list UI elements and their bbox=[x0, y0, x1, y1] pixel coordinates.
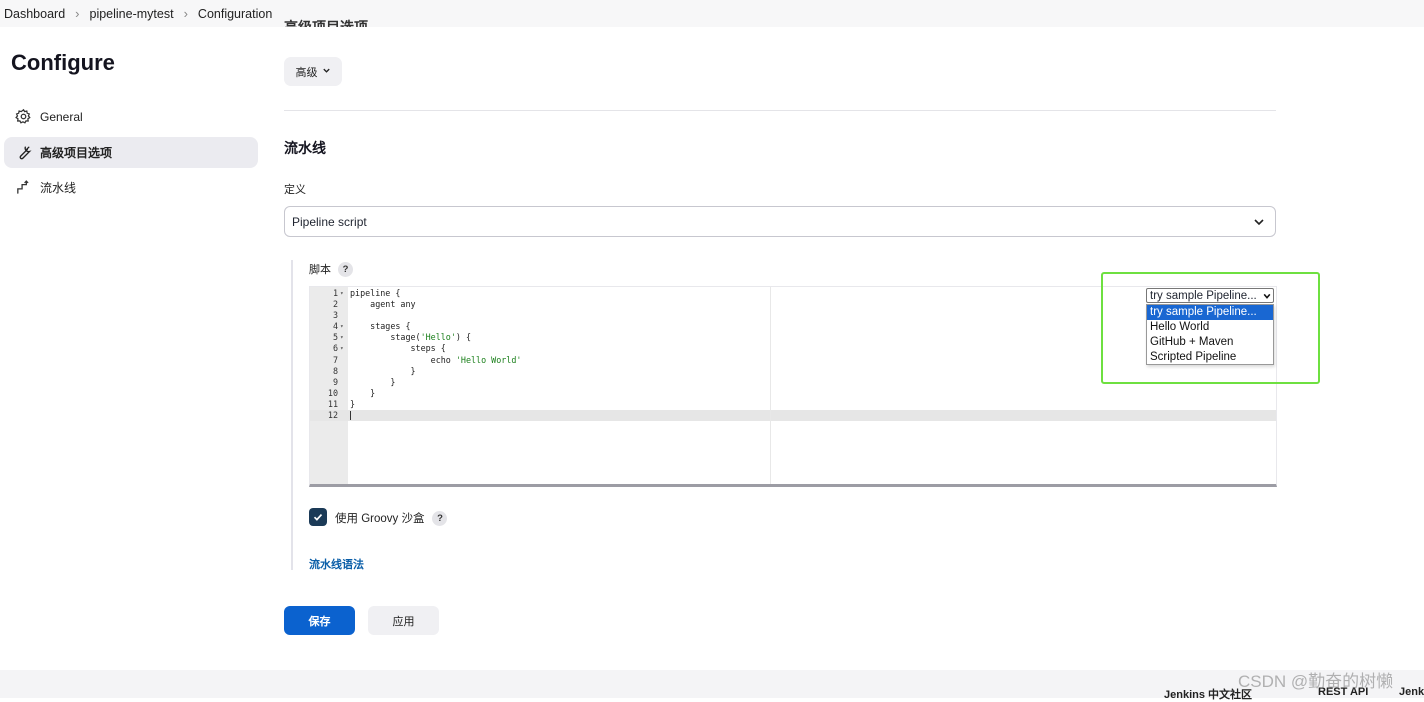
breadcrumb-separator-icon: › bbox=[75, 6, 80, 21]
chevron-down-icon bbox=[322, 66, 331, 78]
line-text: } bbox=[350, 398, 356, 409]
check-icon bbox=[312, 511, 324, 523]
help-icon[interactable]: ? bbox=[338, 261, 353, 277]
gear-icon bbox=[14, 108, 32, 126]
section-header-partial: 高级项目选项 bbox=[284, 19, 368, 27]
footer-version-link[interactable]: Jenk bbox=[1399, 686, 1424, 698]
chevron-down-icon bbox=[1263, 292, 1271, 300]
advanced-button[interactable]: 高级 bbox=[284, 57, 342, 86]
line-text: echo 'Hello World' bbox=[350, 354, 522, 365]
sidebar-item-label: General bbox=[40, 109, 83, 124]
code-line: 11} bbox=[310, 399, 1276, 410]
groovy-sandbox-checkbox[interactable] bbox=[309, 508, 327, 526]
section-divider bbox=[284, 110, 1276, 111]
definition-label: 定义 bbox=[284, 184, 306, 196]
sample-select-value: try sample Pipeline... bbox=[1150, 289, 1257, 302]
line-number: 5 bbox=[332, 332, 338, 343]
code-line: 12 bbox=[310, 410, 1276, 421]
breadcrumb-dashboard[interactable]: Dashboard bbox=[4, 7, 65, 21]
script-label: 脚本 bbox=[309, 264, 331, 276]
chevron-down-icon bbox=[1253, 216, 1265, 228]
breadcrumb-current[interactable]: Configuration bbox=[198, 7, 272, 21]
line-text: } bbox=[350, 387, 376, 398]
line-number: 2 bbox=[332, 299, 338, 310]
fold-arrow-icon[interactable]: ▾ bbox=[340, 343, 344, 354]
fold-arrow-icon[interactable]: ▾ bbox=[340, 332, 344, 343]
groovy-sandbox-row: 使用 Groovy 沙盒 ? bbox=[335, 510, 448, 526]
sidebar-item-label: 高级项目选项 bbox=[40, 146, 113, 160]
breadcrumb-separator-icon: › bbox=[183, 6, 188, 21]
line-number: 11 bbox=[327, 398, 338, 409]
nested-section-border bbox=[291, 260, 293, 570]
sidebar-item-general[interactable]: General bbox=[4, 101, 258, 132]
text-cursor bbox=[350, 411, 351, 421]
fold-arrow-icon[interactable]: ▾ bbox=[340, 321, 344, 332]
sample-pipeline-select[interactable]: try sample Pipeline... bbox=[1146, 288, 1274, 303]
line-text: } bbox=[350, 365, 416, 376]
sidebar-item-advanced[interactable]: 高级项目选项 bbox=[4, 137, 258, 168]
sidebar-item-label: 流水线 bbox=[40, 181, 77, 195]
line-number: 9 bbox=[332, 376, 338, 387]
line-text: agent any bbox=[350, 299, 416, 310]
line-number: 12 bbox=[327, 410, 338, 421]
wrench-icon bbox=[14, 144, 32, 162]
line-number: 8 bbox=[332, 365, 338, 376]
dropdown-option[interactable]: GitHub + Maven bbox=[1147, 335, 1273, 350]
line-number: 3 bbox=[332, 310, 338, 321]
code-line: 10 } bbox=[310, 388, 1276, 399]
save-button[interactable]: 保存 bbox=[284, 606, 355, 635]
breadcrumb-job[interactable]: pipeline-mytest bbox=[90, 7, 174, 21]
line-text: stage('Hello') { bbox=[350, 332, 472, 343]
line-number: 7 bbox=[332, 354, 338, 365]
advanced-button-label: 高级 bbox=[295, 66, 318, 79]
line-text: pipeline { bbox=[350, 288, 401, 298]
line-number: 6 bbox=[332, 343, 338, 354]
line-number: 4 bbox=[332, 321, 338, 332]
apply-button[interactable]: 应用 bbox=[368, 606, 439, 635]
dropdown-option[interactable]: Scripted Pipeline bbox=[1147, 350, 1273, 365]
dropdown-option[interactable]: Hello World bbox=[1147, 320, 1273, 335]
help-icon[interactable]: ? bbox=[432, 510, 448, 526]
fold-arrow-icon[interactable]: ▾ bbox=[340, 288, 344, 299]
groovy-sandbox-label: 使用 Groovy 沙盒 bbox=[335, 513, 425, 525]
definition-select-value: Pipeline script bbox=[292, 214, 367, 229]
line-number: 1 bbox=[332, 288, 338, 298]
sample-pipeline-dropdown: try sample Pipeline... Hello World GitHu… bbox=[1146, 304, 1274, 365]
breadcrumb: Dashboard › pipeline-mytest › Configurat… bbox=[0, 0, 1424, 27]
page-title: Configure bbox=[11, 50, 115, 75]
pipeline-icon bbox=[14, 179, 32, 197]
dropdown-option[interactable]: try sample Pipeline... bbox=[1147, 305, 1273, 320]
line-text: stages { bbox=[350, 321, 411, 332]
watermark: CSDN @勤奋的树懒 bbox=[1238, 672, 1394, 691]
definition-select[interactable]: Pipeline script bbox=[284, 206, 1276, 237]
pipeline-section-title: 流水线 bbox=[284, 140, 326, 156]
line-text: steps { bbox=[350, 343, 446, 354]
line-text: } bbox=[350, 376, 396, 387]
sidebar-item-pipeline[interactable]: 流水线 bbox=[4, 172, 258, 203]
script-label-row: 脚本 ? bbox=[309, 261, 353, 277]
pipeline-syntax-link[interactable]: 流水线语法 bbox=[309, 556, 364, 572]
line-number: 10 bbox=[327, 387, 338, 398]
